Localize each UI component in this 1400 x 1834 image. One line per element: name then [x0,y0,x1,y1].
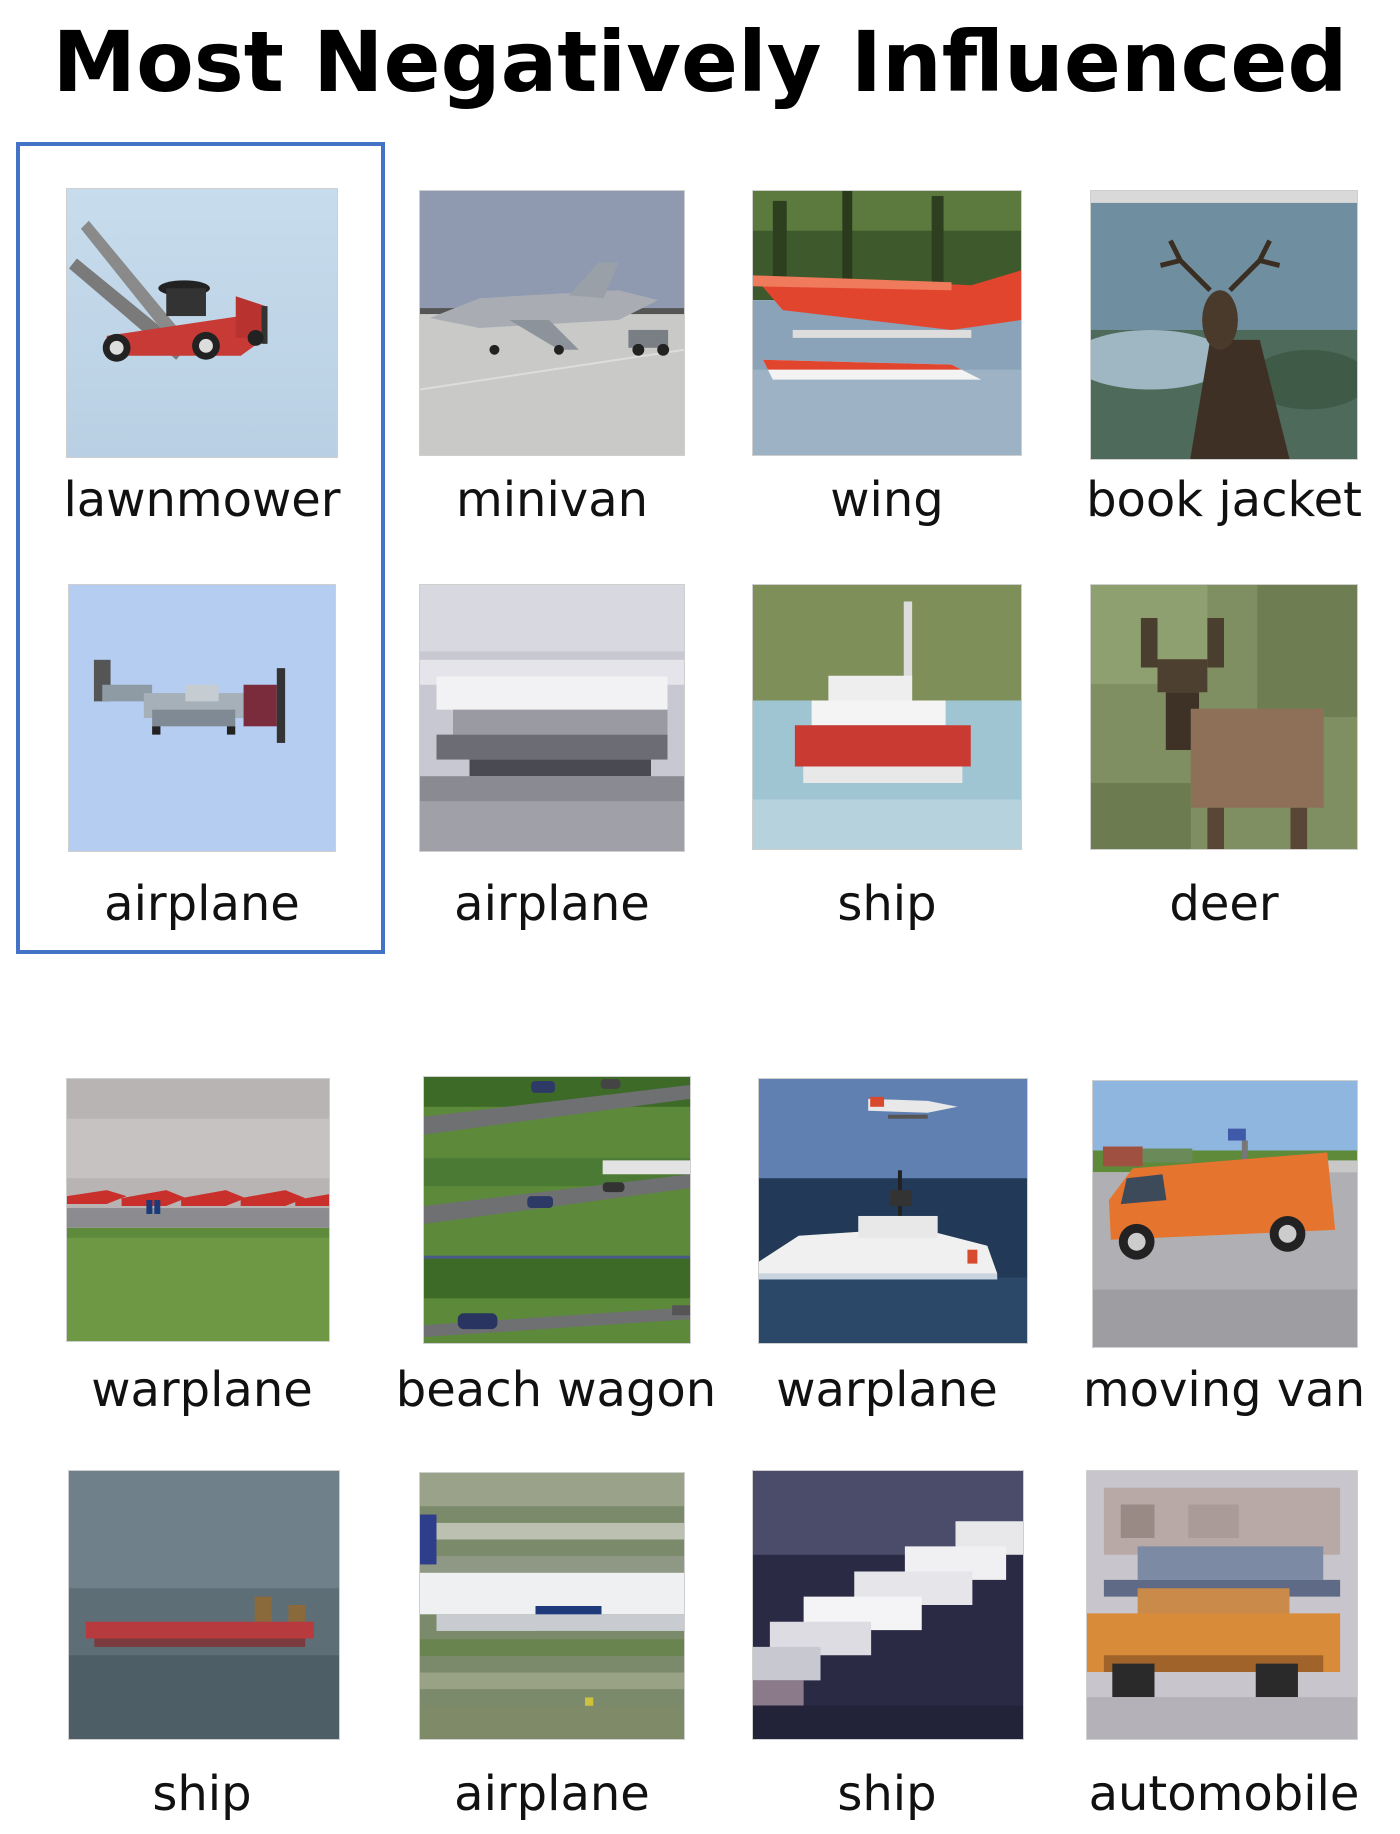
image-deer [1090,584,1358,850]
image-airplane-1 [68,584,336,852]
cars-on-road-photo-icon [424,1077,690,1343]
label-10: beach wagon [395,1362,717,1418]
jet-lowres-icon [420,585,684,851]
deer-book-cover-photo-icon [1091,191,1357,459]
label-11: warplane [776,1362,998,1418]
image-book-jacket [1090,190,1358,460]
label-3: wing [830,472,944,528]
coast-guard-ship-photo-icon [759,1079,1027,1343]
label-1: lawnmower [63,472,341,528]
jet-on-runway-photo-icon [420,191,684,455]
label-7: ship [837,876,937,932]
image-ship-1 [752,584,1022,850]
label-6: airplane [454,876,650,932]
deer-lowres-icon [1091,585,1357,849]
label-15: ship [837,1766,937,1822]
figure-title: Most Negatively Influenced [52,13,1348,111]
label-9: warplane [91,1362,313,1418]
image-ship-2 [68,1470,340,1740]
label-14: airplane [454,1766,650,1822]
lawnmower-photo-icon [67,189,337,457]
label-2: minivan [455,472,649,528]
image-lawnmower [66,188,338,458]
label-5: airplane [104,876,300,932]
ship-on-sea-lowres-icon [69,1471,339,1739]
boat-lowres-icon [753,585,1021,849]
label-4: book jacket [1086,472,1362,528]
image-moving-van [1092,1080,1358,1348]
image-minivan [419,190,685,456]
ship-dark-lowres-icon [753,1471,1023,1739]
seaplane-photo-icon [753,191,1021,455]
label-12: moving van [1082,1362,1366,1418]
label-8: deer [1169,876,1279,932]
image-beach-wagon [423,1076,691,1344]
label-16: automobile [1088,1766,1360,1822]
red-jets-lineup-photo-icon [67,1079,329,1341]
image-wing [752,190,1022,456]
orange-car-lowres-icon [1087,1471,1357,1739]
image-airplane-3 [419,1472,685,1740]
image-airplane-2 [419,584,685,852]
orange-van-photo-icon [1093,1081,1357,1347]
airliner-lowres-icon [420,1473,684,1739]
image-warplane-2 [758,1078,1028,1344]
image-ship-3 [752,1470,1024,1740]
label-13: ship [152,1766,252,1822]
image-automobile [1086,1470,1358,1740]
propeller-plane-lowres-icon [69,585,335,851]
image-warplane-1 [66,1078,330,1342]
